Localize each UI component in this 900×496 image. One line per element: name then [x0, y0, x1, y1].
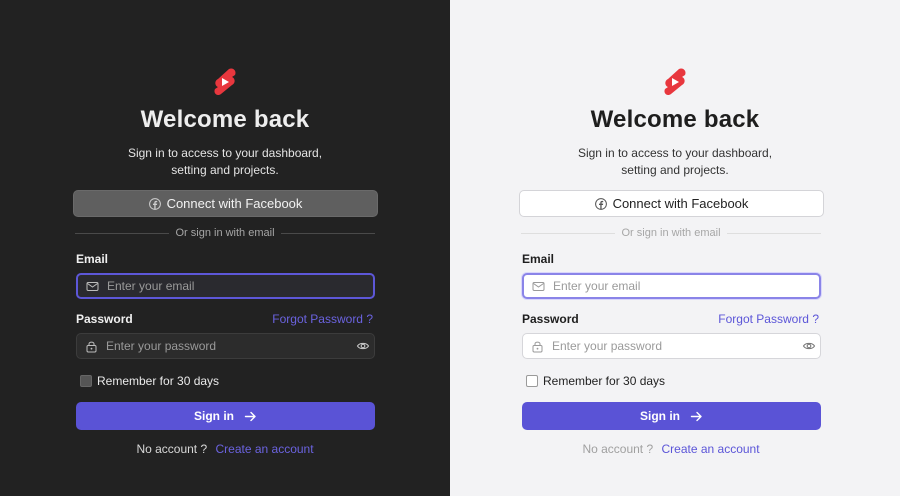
connect-facebook-button[interactable]: Connect with Facebook — [73, 190, 378, 217]
divider-text: Or sign in with email — [175, 227, 275, 239]
page-title: Welcome back — [140, 106, 310, 133]
lock-icon — [532, 341, 543, 352]
password-label: Password — [522, 312, 579, 326]
facebook-button-label: Connect with Facebook — [166, 196, 303, 211]
lock-icon — [86, 341, 97, 352]
forgot-password-link[interactable]: Forgot Password ? — [272, 312, 373, 326]
eye-icon[interactable] — [802, 339, 816, 353]
remember-me[interactable]: Remember for 30 days — [80, 374, 219, 388]
password-field[interactable] — [76, 333, 375, 359]
forgot-password-link[interactable]: Forgot Password ? — [718, 312, 819, 326]
create-account-link[interactable]: Create an account — [216, 442, 314, 456]
email-input[interactable] — [553, 279, 819, 293]
divider-text: Or sign in with email — [621, 227, 721, 239]
remember-checkbox[interactable] — [526, 375, 538, 387]
arrow-right-icon — [244, 411, 256, 421]
divider-line — [280, 232, 376, 234]
facebook-button-label: Connect with Facebook — [612, 196, 749, 211]
sign-in-button[interactable]: Sign in — [522, 402, 821, 430]
email-field[interactable] — [522, 273, 821, 299]
mail-icon — [532, 281, 545, 291]
subtitle-line-1: Sign in to access to your dashboard, — [127, 146, 323, 160]
divider: Or sign in with email — [521, 227, 822, 239]
dark-login-panel: Welcome back Sign in to access to your d… — [0, 0, 450, 496]
sign-in-button[interactable]: Sign in — [76, 402, 375, 430]
facebook-icon — [594, 197, 607, 210]
eye-icon[interactable] — [356, 339, 370, 353]
shorts-logo-icon — [664, 68, 686, 96]
create-account-row: No account ? Create an account — [446, 442, 896, 456]
no-account-text: No account ? — [136, 442, 208, 456]
remember-label: Remember for 30 days — [97, 374, 220, 388]
password-input[interactable] — [552, 339, 802, 353]
arrow-right-icon — [690, 411, 702, 421]
subtitle-line-1: Sign in to access to your dashboard, — [577, 146, 773, 160]
page-title: Welcome back — [590, 106, 760, 133]
subtitle-line-2: setting and projects. — [171, 163, 279, 177]
password-field[interactable] — [522, 333, 821, 359]
email-field[interactable] — [76, 273, 375, 299]
subtitle-line-2: setting and projects. — [621, 163, 729, 177]
create-account-link[interactable]: Create an account — [662, 442, 760, 456]
shorts-logo-icon — [214, 68, 236, 96]
subtitle: Sign in to access to your dashboard, set… — [0, 145, 450, 179]
subtitle: Sign in to access to your dashboard, set… — [450, 145, 900, 179]
sign-in-label: Sign in — [640, 409, 680, 423]
remember-label: Remember for 30 days — [543, 374, 666, 388]
light-login-panel: Welcome back Sign in to access to your d… — [450, 0, 900, 496]
facebook-icon — [148, 197, 161, 210]
connect-facebook-button[interactable]: Connect with Facebook — [519, 190, 824, 217]
divider-line — [521, 232, 616, 234]
divider-line — [726, 232, 822, 234]
divider: Or sign in with email — [75, 227, 376, 239]
email-label: Email — [522, 252, 555, 266]
password-label: Password — [76, 312, 133, 326]
sign-in-label: Sign in — [194, 409, 234, 423]
create-account-row: No account ? Create an account — [0, 442, 450, 456]
password-input[interactable] — [106, 339, 356, 353]
email-label: Email — [76, 252, 109, 266]
mail-icon — [86, 281, 99, 291]
remember-me[interactable]: Remember for 30 days — [526, 374, 665, 388]
divider-line — [75, 232, 170, 234]
no-account-text: No account ? — [582, 442, 654, 456]
email-input[interactable] — [107, 279, 373, 293]
remember-checkbox[interactable] — [80, 375, 92, 387]
